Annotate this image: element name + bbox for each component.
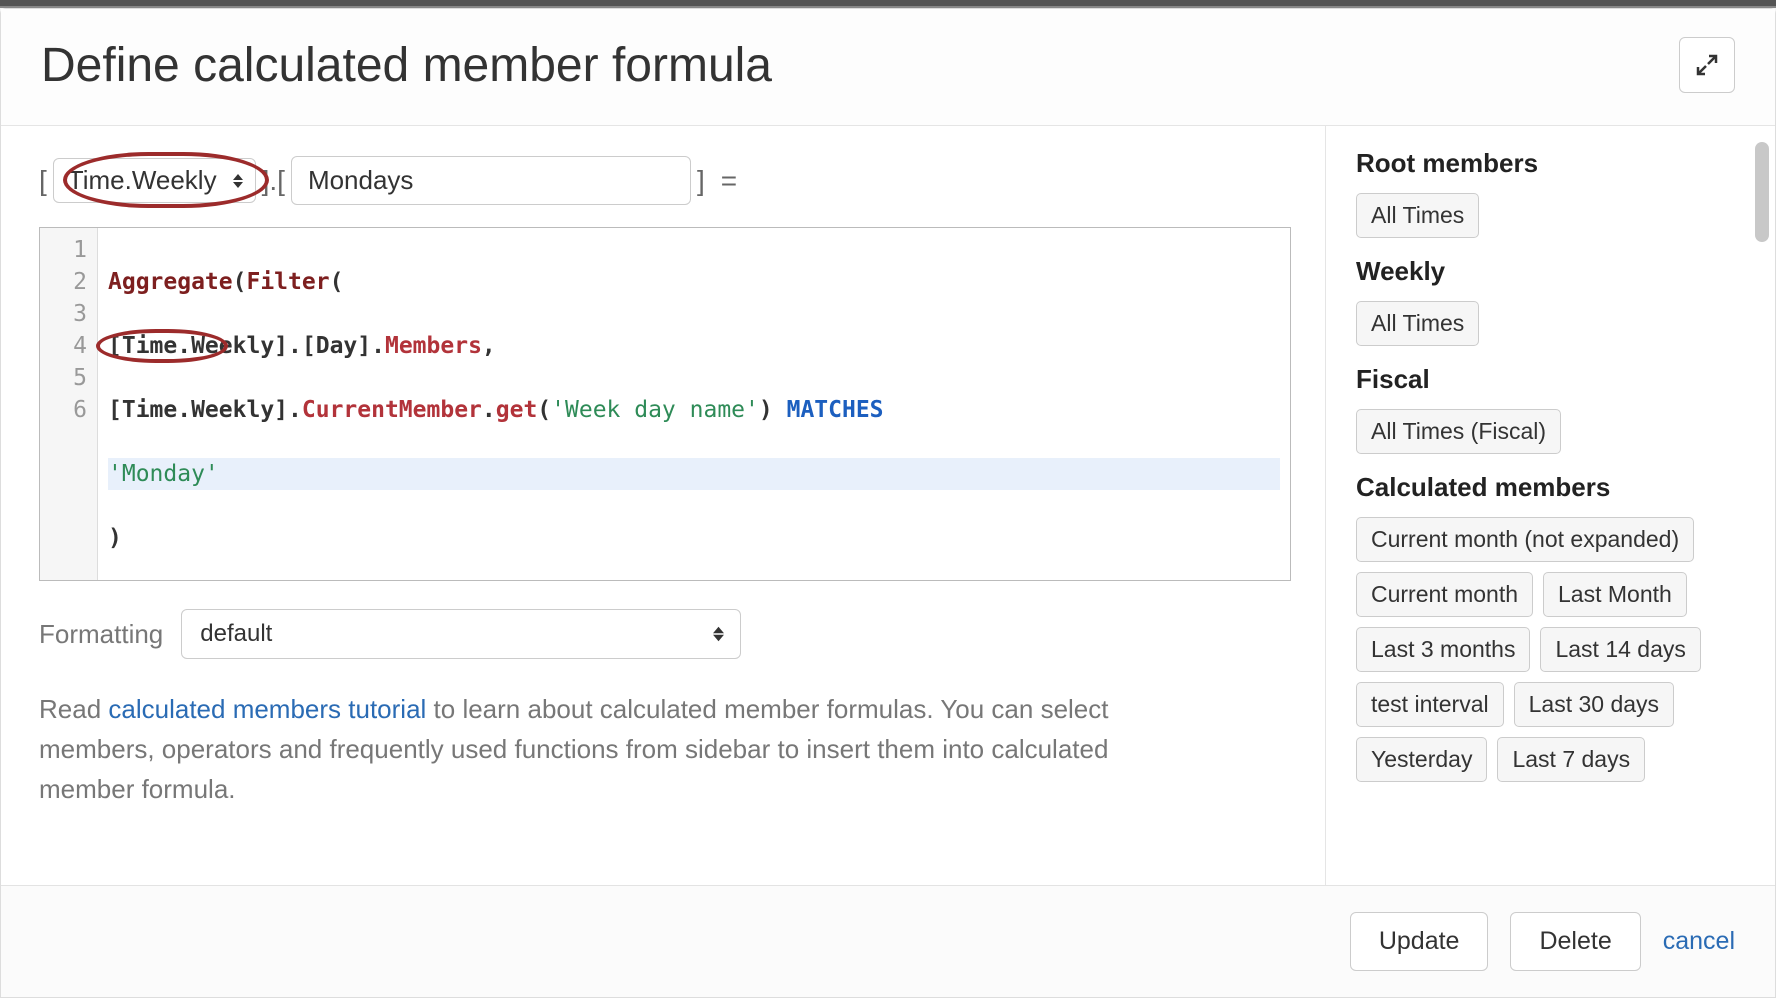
tok: ) bbox=[759, 397, 773, 423]
select-chevron-icon bbox=[713, 627, 724, 642]
equals-sign: = bbox=[721, 165, 737, 197]
tok: ) bbox=[108, 525, 122, 551]
tok: ( bbox=[330, 269, 344, 295]
tok: [Time.Weekly] bbox=[108, 397, 288, 423]
formatting-select[interactable]: default bbox=[181, 609, 741, 659]
tok: . bbox=[371, 333, 385, 359]
member-tag[interactable]: Last 30 days bbox=[1514, 682, 1674, 727]
sidebar-tag-row: Current month (not expanded) Current mont… bbox=[1356, 517, 1745, 782]
line-number: 4 bbox=[54, 330, 87, 362]
bracket-close: ] bbox=[697, 165, 705, 197]
member-tag[interactable]: Last 14 days bbox=[1540, 627, 1700, 672]
window-top-stripe bbox=[0, 0, 1776, 8]
sidebar-tag-row: All Times (Fiscal) bbox=[1356, 409, 1745, 454]
sidebar-tag-row: All Times bbox=[1356, 193, 1745, 238]
tok: get bbox=[496, 397, 538, 423]
line-number: 2 bbox=[54, 266, 87, 298]
dialog-header: Define calculated member formula bbox=[1, 9, 1775, 126]
sidebar-heading: Fiscal bbox=[1356, 364, 1745, 395]
tok: . bbox=[288, 333, 302, 359]
formula-editor[interactable]: 1 2 3 4 5 6 Aggregate(Filter( [Time.Week… bbox=[39, 227, 1291, 581]
help-pre: Read bbox=[39, 694, 108, 724]
cancel-link[interactable]: cancel bbox=[1663, 927, 1735, 956]
tok: [Day] bbox=[302, 333, 371, 359]
tok bbox=[773, 397, 787, 423]
sidebar-heading: Calculated members bbox=[1356, 472, 1745, 503]
line-number: 6 bbox=[54, 394, 87, 426]
delete-button[interactable]: Delete bbox=[1510, 912, 1640, 971]
tok: . bbox=[288, 397, 302, 423]
formatting-label: Formatting bbox=[39, 619, 163, 650]
member-tag[interactable]: Current month bbox=[1356, 572, 1533, 617]
member-tag[interactable]: Last Month bbox=[1543, 572, 1687, 617]
formatting-value: default bbox=[200, 620, 272, 647]
member-tag[interactable]: Yesterday bbox=[1356, 737, 1487, 782]
sidebar-tag-row: All Times bbox=[1356, 301, 1745, 346]
bracket-open: [ bbox=[39, 165, 47, 197]
member-tag[interactable]: All Times (Fiscal) bbox=[1356, 409, 1561, 454]
help-text: Read calculated members tutorial to lear… bbox=[39, 689, 1199, 809]
formatting-row: Formatting default bbox=[39, 609, 1291, 659]
dialog-body: [ Time.Weekly ].[ ] = 1 2 3 bbox=[1, 126, 1775, 885]
tok: Filter bbox=[246, 269, 329, 295]
expand-icon bbox=[1695, 53, 1719, 77]
bracket-mid: ].[ bbox=[262, 165, 285, 197]
expand-dialog-button[interactable] bbox=[1679, 37, 1735, 93]
dialog-footer: Update Delete cancel bbox=[1, 885, 1775, 997]
tok: Aggregate bbox=[108, 269, 233, 295]
update-button[interactable]: Update bbox=[1350, 912, 1489, 971]
tok: MATCHES bbox=[787, 397, 884, 423]
dialog-title: Define calculated member formula bbox=[41, 38, 772, 93]
scrollbar-thumb[interactable] bbox=[1755, 142, 1769, 242]
member-tag[interactable]: Current month (not expanded) bbox=[1356, 517, 1694, 562]
tok: ( bbox=[537, 397, 551, 423]
tutorial-link[interactable]: calculated members tutorial bbox=[108, 694, 426, 724]
calculated-member-dialog: Define calculated member formula [ Time.… bbox=[0, 8, 1776, 998]
line-number: 5 bbox=[54, 362, 87, 394]
tok: CurrentMember bbox=[302, 397, 482, 423]
member-tag[interactable]: Last 7 days bbox=[1497, 737, 1645, 782]
tok: ( bbox=[233, 269, 247, 295]
tok: , bbox=[482, 333, 496, 359]
dimension-select-value: Time.Weekly bbox=[68, 165, 217, 196]
member-name-input[interactable] bbox=[291, 156, 691, 205]
select-chevron-icon bbox=[233, 173, 243, 188]
editor-content[interactable]: Aggregate(Filter( [Time.Weekly].[Day].Me… bbox=[98, 228, 1290, 580]
editor-gutter: 1 2 3 4 5 6 bbox=[40, 228, 98, 580]
sidebar-heading: Weekly bbox=[1356, 256, 1745, 287]
tok: . bbox=[482, 397, 496, 423]
tok: Members bbox=[385, 333, 482, 359]
member-tag[interactable]: All Times bbox=[1356, 193, 1479, 238]
sidebar: Root members All Times Weekly All Times Fisc… bbox=[1325, 126, 1775, 885]
main-column: [ Time.Weekly ].[ ] = 1 2 3 bbox=[1, 126, 1325, 885]
sidebar-heading: Root members bbox=[1356, 148, 1745, 179]
line-number: 1 bbox=[54, 234, 87, 266]
member-tag[interactable]: All Times bbox=[1356, 301, 1479, 346]
tok: 'Week day name' bbox=[551, 397, 759, 423]
line-number: 3 bbox=[54, 298, 87, 330]
tok: 'Monday' bbox=[108, 461, 219, 487]
member-tag[interactable]: test interval bbox=[1356, 682, 1504, 727]
definition-line: [ Time.Weekly ].[ ] = bbox=[39, 156, 1291, 205]
tok: [Time.Weekly] bbox=[108, 333, 288, 359]
dimension-select[interactable]: Time.Weekly bbox=[53, 158, 256, 203]
member-tag[interactable]: Last 3 months bbox=[1356, 627, 1530, 672]
